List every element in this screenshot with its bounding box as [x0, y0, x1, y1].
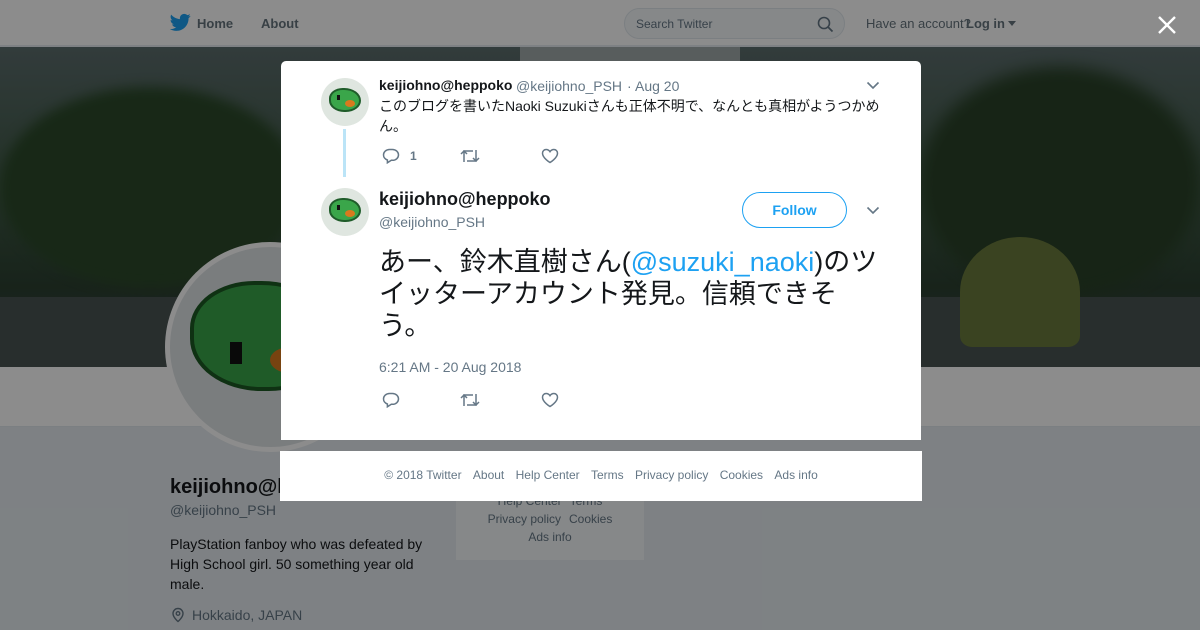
like-icon[interactable] — [541, 392, 559, 408]
tweet-author-name[interactable]: keijiohno@heppoko — [379, 189, 551, 210]
modal-footer: © 2018 Twitter About Help Center Terms P… — [280, 451, 922, 501]
separator-dot: · — [627, 78, 632, 94]
mention-link[interactable]: @suzuki_naoki — [631, 247, 815, 277]
footer-copyright: © 2018 Twitter — [384, 468, 462, 482]
footer-link-ads[interactable]: Ads info — [774, 468, 817, 482]
avatar[interactable] — [321, 78, 369, 126]
tweet-author-handle[interactable]: @keijiohno_PSH — [379, 214, 485, 230]
chevron-down-icon[interactable] — [866, 81, 880, 90]
tweet-text-before: あー、鈴木直樹さん( — [379, 247, 631, 277]
tweet-timestamp[interactable]: 6:21 AM - 20 Aug 2018 — [379, 359, 521, 375]
retweet-icon[interactable] — [460, 148, 480, 164]
reply-icon[interactable] — [382, 392, 400, 408]
follow-button[interactable]: Follow — [742, 192, 847, 228]
footer-link-help[interactable]: Help Center — [516, 468, 580, 482]
parent-tweet-author-name[interactable]: keijiohno@heppoko — [379, 77, 512, 93]
parent-tweet-author-handle[interactable]: @keijiohno_PSH — [516, 78, 622, 94]
retweet-icon[interactable] — [460, 392, 480, 408]
like-icon[interactable] — [541, 148, 559, 164]
chevron-down-icon[interactable] — [866, 206, 880, 215]
reply-icon[interactable] — [382, 148, 400, 164]
footer-link-about[interactable]: About — [473, 468, 504, 482]
close-icon[interactable] — [1156, 14, 1178, 36]
thread-connector — [343, 129, 346, 177]
footer-link-privacy[interactable]: Privacy policy — [635, 468, 708, 482]
tweet-modal: keijiohno@heppoko @keijiohno_PSH · Aug 2… — [281, 61, 921, 440]
avatar[interactable] — [321, 188, 369, 236]
footer-link-cookies[interactable]: Cookies — [720, 468, 763, 482]
reply-count: 1 — [410, 149, 417, 163]
parent-tweet-date[interactable]: Aug 20 — [635, 78, 679, 94]
tweet-text: あー、鈴木直樹さん(@suzuki_naoki)のツイッターアカウント発見。信頼… — [379, 246, 879, 342]
parent-tweet-text: このブログを書いたNaoki Suzukiさんも正体不明で、なんとも真相がようつ… — [379, 98, 880, 134]
footer-link-terms[interactable]: Terms — [591, 468, 624, 482]
